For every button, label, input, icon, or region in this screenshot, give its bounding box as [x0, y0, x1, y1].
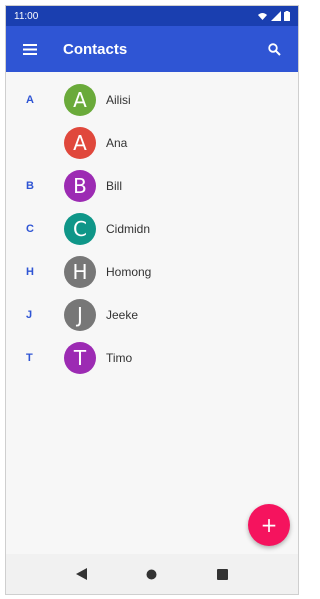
search-icon	[267, 42, 281, 56]
recents-icon	[217, 568, 229, 580]
section-letter: J	[26, 308, 33, 321]
contact-name: Timo	[106, 350, 133, 365]
hamburger-menu-icon	[23, 43, 37, 55]
navigation-bar	[6, 554, 298, 594]
contact-name: Bill	[106, 178, 123, 193]
avatar: H	[64, 255, 96, 288]
status-time: 11:00	[14, 10, 39, 22]
section-letter: H	[26, 265, 34, 278]
search-button[interactable]	[254, 26, 294, 72]
menu-button[interactable]	[8, 26, 52, 72]
status-bar: 11:00	[6, 6, 298, 26]
signal-icon	[271, 11, 281, 21]
avatar: A	[64, 83, 96, 116]
avatar: T	[64, 341, 96, 374]
contact-row-ana[interactable]: A Ana	[6, 121, 298, 164]
contact-row-ailisi[interactable]: A A Ailisi	[6, 78, 298, 121]
phone-screen: 11:00 Contacts A A Ailisi A Ana B B Bill…	[5, 5, 299, 595]
contact-name: Ana	[106, 135, 128, 150]
contact-name: Ailisi	[106, 92, 131, 107]
contact-name: Jeeke	[106, 307, 139, 322]
section-letter: A	[26, 93, 34, 106]
avatar: C	[64, 212, 96, 245]
status-icons	[257, 11, 290, 21]
add-contact-button[interactable]: +	[248, 504, 290, 546]
contact-row-jeeke[interactable]: J J Jeeke	[6, 293, 298, 336]
avatar: B	[64, 169, 96, 202]
avatar: A	[64, 126, 96, 159]
contact-name: Homong	[106, 264, 152, 279]
contact-name: Cidmidn	[106, 221, 151, 236]
home-icon	[146, 569, 157, 579]
home-button[interactable]	[137, 559, 167, 589]
contact-row-timo[interactable]: T T Timo	[6, 336, 298, 379]
recents-button[interactable]	[208, 559, 238, 589]
battery-icon	[284, 11, 290, 21]
avatar: J	[64, 298, 96, 331]
app-bar: Contacts	[6, 26, 298, 72]
section-letter: B	[26, 179, 34, 192]
wifi-icon	[258, 13, 267, 20]
section-letter: T	[26, 351, 33, 364]
contact-list: A A Ailisi A Ana B B Bill C C Cidmidn H …	[6, 72, 298, 554]
contact-row-cidmidn[interactable]: C C Cidmidn	[6, 207, 298, 250]
back-button[interactable]	[66, 559, 96, 589]
section-letter: C	[26, 222, 34, 235]
back-icon	[75, 568, 87, 580]
contact-row-bill[interactable]: B B Bill	[6, 164, 298, 207]
contact-row-homong[interactable]: H H Homong	[6, 250, 298, 293]
app-title: Contacts	[63, 40, 128, 58]
